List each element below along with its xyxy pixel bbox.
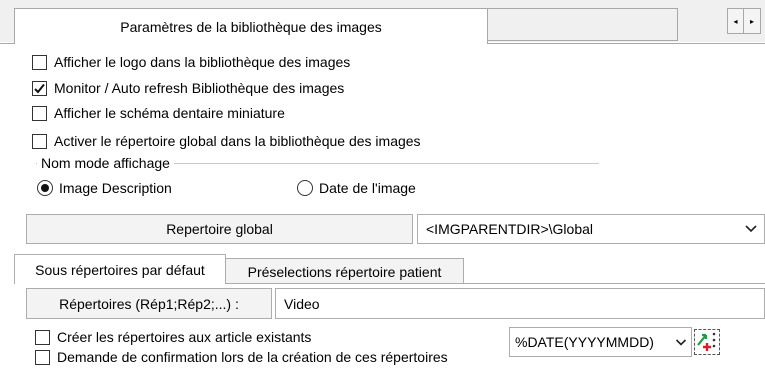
select-value: %DATE(YYYYMMDD): [515, 334, 654, 350]
tab-default-subdirectories[interactable]: Sous répertoires par défaut: [14, 254, 226, 284]
option-global-directory[interactable]: Activer le répertoire global dans la bib…: [32, 131, 421, 151]
tab-label: Sous répertoires par défaut: [35, 261, 205, 278]
option-label: Demande de confirmation lors de la créat…: [57, 349, 448, 365]
option-show-logo[interactable]: Afficher le logo dans la bibliothèque de…: [32, 52, 350, 72]
subdirectories-input[interactable]: Video: [275, 288, 765, 319]
option-confirm-creation[interactable]: Demande de confirmation lors de la créat…: [35, 347, 448, 367]
tab-scroll-buttons: ◂ ▸: [727, 8, 761, 34]
radio-image-date[interactable]: Date de l'image: [297, 178, 416, 198]
checkbox[interactable]: [32, 54, 47, 70]
checkbox[interactable]: [35, 349, 50, 365]
tab-overflow[interactable]: [488, 8, 678, 41]
group-title: Nom mode affichage: [37, 153, 174, 173]
option-label: Afficher le logo dans la bibliothèque de…: [54, 54, 351, 70]
tab-label: Préselections répertoire patient: [247, 263, 442, 280]
checkbox[interactable]: [35, 329, 50, 345]
global-directory-button[interactable]: Repertoire global: [26, 214, 413, 244]
tab-scroll-right-button[interactable]: ▸: [744, 8, 761, 34]
radio-button[interactable]: [297, 180, 313, 196]
arrow-right-icon: ▸: [749, 16, 754, 26]
radio-selected-dot: [41, 184, 49, 192]
radio-label: Date de l'image: [319, 180, 416, 196]
chevron-down-icon[interactable]: [744, 224, 758, 234]
option-label: Activer le répertoire global dans la bib…: [54, 133, 421, 149]
option-auto-refresh[interactable]: Monitor / Auto refresh Bibliothèque des …: [32, 78, 344, 98]
button-label: Repertoire global: [166, 221, 273, 237]
subdirectories-button[interactable]: Répertoires (Rép1;Rép2;...) :: [26, 288, 272, 319]
tab-image-library-settings[interactable]: Paramètres de la bibliothèque des images: [14, 8, 488, 44]
option-label: Créer les répertoires aux article exista…: [57, 329, 312, 345]
tab-label: Paramètres de la bibliothèque des images: [120, 18, 382, 35]
radio-label: Image Description: [59, 180, 172, 196]
chevron-down-icon[interactable]: [675, 338, 687, 347]
tab-scroll-left-button[interactable]: ◂: [727, 8, 744, 34]
checkbox[interactable]: [32, 133, 47, 149]
option-label: Afficher le schéma dentaire miniature: [54, 105, 285, 121]
date-format-select[interactable]: %DATE(YYYYMMDD): [509, 327, 692, 357]
tab-patient-directory-presets[interactable]: Préselections répertoire patient: [226, 258, 464, 284]
check-icon: [34, 83, 45, 93]
input-value: Video: [284, 295, 320, 312]
checkbox[interactable]: [32, 80, 47, 96]
checkbox[interactable]: [32, 105, 47, 121]
radio-image-description[interactable]: Image Description: [37, 178, 172, 198]
insert-variable-button[interactable]: [694, 329, 720, 355]
option-label: Monitor / Auto refresh Bibliothèque des …: [54, 80, 345, 96]
global-directory-combo[interactable]: <IMGPARENTDIR>\Global: [417, 214, 765, 244]
option-dental-schema[interactable]: Afficher le schéma dentaire miniature: [32, 103, 285, 123]
radio-button[interactable]: [37, 180, 53, 196]
combo-value: <IMGPARENTDIR>\Global: [426, 221, 594, 237]
arrow-left-icon: ◂: [733, 16, 738, 26]
insert-variable-icon: [697, 332, 716, 351]
option-create-existing[interactable]: Créer les répertoires aux article exista…: [35, 327, 311, 347]
button-label: Répertoires (Rép1;Rép2;...) :: [59, 295, 239, 312]
